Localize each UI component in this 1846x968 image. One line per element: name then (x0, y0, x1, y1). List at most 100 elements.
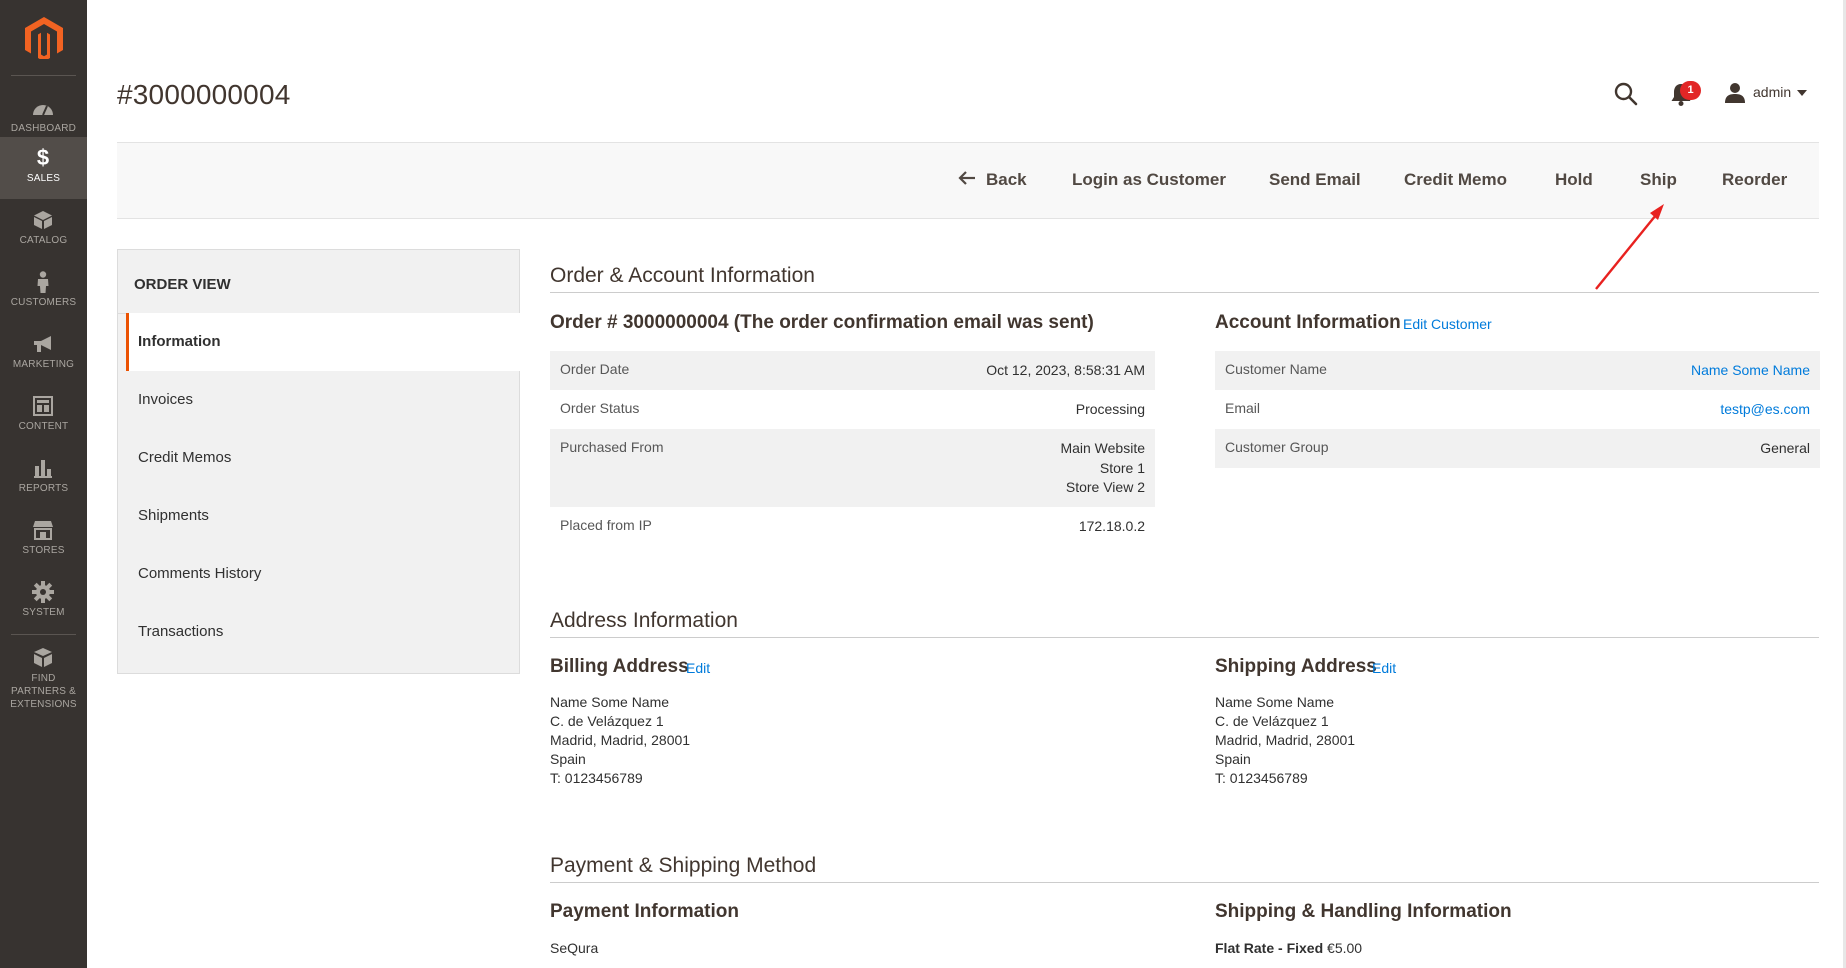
annotation-arrow (1595, 204, 1664, 290)
box-icon (31, 209, 55, 231)
payment-shipping-section-title: Payment & Shipping Method (550, 854, 817, 877)
nav-item-sales[interactable]: $ SALES (0, 137, 87, 199)
admin-sidebar: DASHBOARD $ SALES CATALOG CUSTOMERS MARK… (0, 0, 87, 968)
notification-count-badge[interactable]: 1 (1680, 81, 1701, 100)
login-as-customer-button[interactable]: Login as Customer (1072, 170, 1226, 190)
nav-item-label: SALES (26, 173, 61, 184)
dashboard-icon (31, 97, 55, 119)
tab-label: Credit Memos (138, 449, 232, 466)
tab-label: Information (138, 333, 221, 350)
payment-method: SeQura (550, 940, 599, 956)
nav-item-label: CONTENT (18, 421, 69, 432)
order-heading: Order # 3000000004 (The order confirmati… (550, 312, 1094, 333)
store-name: Store 1 (1099, 459, 1145, 476)
table-row: Order Date Oct 12, 2023, 8:58:31 AM (550, 351, 1155, 390)
tab-comments-history[interactable]: Comments History (126, 545, 520, 603)
search-icon[interactable] (1614, 82, 1638, 106)
nav-item-label: MARKETING (12, 359, 75, 370)
tab-credit-memos[interactable]: Credit Memos (126, 429, 520, 487)
store-view-name: Store View 2 (1065, 479, 1145, 495)
reorder-button[interactable]: Reorder (1722, 170, 1787, 190)
user-name[interactable]: admin (1753, 84, 1791, 100)
billing-address: Name Some Name C. de Velázquez 1 Madrid,… (550, 693, 690, 788)
nav-item-reports[interactable]: REPORTS (0, 447, 87, 509)
edit-shipping-address-link[interactable]: Edit (1372, 660, 1396, 676)
nav-item-catalog[interactable]: CATALOG (0, 199, 87, 261)
magento-logo-icon[interactable] (25, 17, 63, 59)
credit-memo-button[interactable]: Credit Memo (1404, 170, 1507, 190)
nav-item-label: DASHBOARD (10, 123, 77, 134)
nav-item-label: SYSTEM (22, 607, 65, 618)
purchased-from-value: Main Website Store 1 Store View 2 (1060, 439, 1145, 498)
table-row: Purchased From Main Website Store 1 Stor… (550, 429, 1155, 507)
order-status-label: Order Status (560, 400, 640, 416)
layout-icon (31, 395, 55, 417)
arrow-left-icon[interactable] (958, 170, 976, 186)
placed-from-ip-value: 172.18.0.2 (1078, 518, 1145, 534)
edit-customer-link[interactable]: Edit Customer (1403, 316, 1492, 332)
address-line: T: 0123456789 (1215, 770, 1308, 786)
section-divider (550, 292, 1819, 293)
nav-item-label: STORES (22, 545, 65, 556)
nav-item-system[interactable]: SYSTEM (0, 571, 87, 633)
billing-address-heading: Billing Address (550, 656, 689, 677)
email-link[interactable]: testp@es.com (1720, 400, 1810, 420)
shipping-address-heading: Shipping Address (1215, 656, 1377, 677)
nav-item-marketing[interactable]: MARKETING (0, 323, 87, 385)
tab-shipments[interactable]: Shipments (126, 487, 520, 545)
bar-chart-icon (31, 457, 55, 479)
back-button[interactable]: Back (986, 170, 1027, 190)
address-line: C. de Velázquez 1 (550, 713, 664, 729)
customer-name-link[interactable]: Name Some Name (1691, 361, 1810, 381)
nav-item-label: FIND PARTNERS & EXTENSIONS (10, 673, 77, 710)
email-label: Email (1225, 400, 1261, 416)
address-line: C. de Velázquez 1 (1215, 713, 1329, 729)
section-divider (550, 882, 1819, 883)
section-divider (550, 637, 1819, 638)
placed-from-ip-label: Placed from IP (560, 517, 652, 533)
gear-icon (31, 581, 55, 603)
cubes-icon (31, 647, 55, 669)
nav-item-label: REPORTS (18, 483, 69, 494)
shipping-address: Name Some Name C. de Velázquez 1 Madrid,… (1215, 693, 1355, 788)
customer-group-label: Customer Group (1225, 439, 1329, 455)
tab-invoices[interactable]: Invoices (126, 371, 520, 429)
shipping-method: Flat Rate - Fixed €5.00 (1215, 940, 1362, 956)
page-title: #3000000004 (117, 79, 291, 110)
nav-item-find-partners[interactable]: FIND PARTNERS & EXTENSIONS (0, 637, 87, 711)
table-row: Customer Name Name Some Name (1215, 351, 1820, 390)
address-line: Madrid, Madrid, 28001 (1215, 732, 1356, 748)
website-name: Main Website (1060, 440, 1145, 456)
ship-button[interactable]: Ship (1640, 170, 1677, 190)
table-row: Placed from IP 172.18.0.2 (550, 507, 1155, 546)
user-icon[interactable] (1724, 82, 1746, 104)
tab-label: Shipments (138, 507, 209, 524)
tab-label: Invoices (138, 391, 194, 408)
address-line: Name Some Name (1215, 694, 1335, 710)
nav-item-content[interactable]: CONTENT (0, 385, 87, 447)
tab-transactions[interactable]: Transactions (126, 603, 520, 661)
address-line: Spain (1215, 751, 1251, 767)
edit-billing-address-link[interactable]: Edit (686, 660, 710, 676)
order-date-value: Oct 12, 2023, 8:58:31 AM (986, 362, 1145, 378)
shipping-handling-heading: Shipping & Handling Information (1215, 901, 1512, 922)
table-row: Customer Group General (1215, 429, 1820, 468)
storefront-icon (31, 519, 55, 541)
nav-item-label: CATALOG (19, 235, 68, 246)
address-line: Spain (550, 751, 586, 767)
tab-information[interactable]: Information (126, 313, 520, 371)
order-status-value: Processing (1075, 401, 1145, 417)
address-line: Madrid, Madrid, 28001 (550, 732, 691, 748)
tab-label: Comments History (138, 565, 262, 582)
hold-button[interactable]: Hold (1555, 170, 1593, 190)
address-line: Name Some Name (550, 694, 670, 710)
address-line: T: 0123456789 (550, 770, 643, 786)
customer-group-value: General (1760, 440, 1810, 456)
nav-item-stores[interactable]: STORES (0, 509, 87, 571)
tabs-title: ORDER VIEW (134, 276, 231, 293)
chevron-down-icon[interactable] (1797, 90, 1807, 96)
send-email-button[interactable]: Send Email (1269, 170, 1361, 190)
nav-item-customers[interactable]: CUSTOMERS (0, 261, 87, 323)
table-row: Order Status Processing (550, 390, 1155, 429)
nav-divider (11, 634, 76, 635)
